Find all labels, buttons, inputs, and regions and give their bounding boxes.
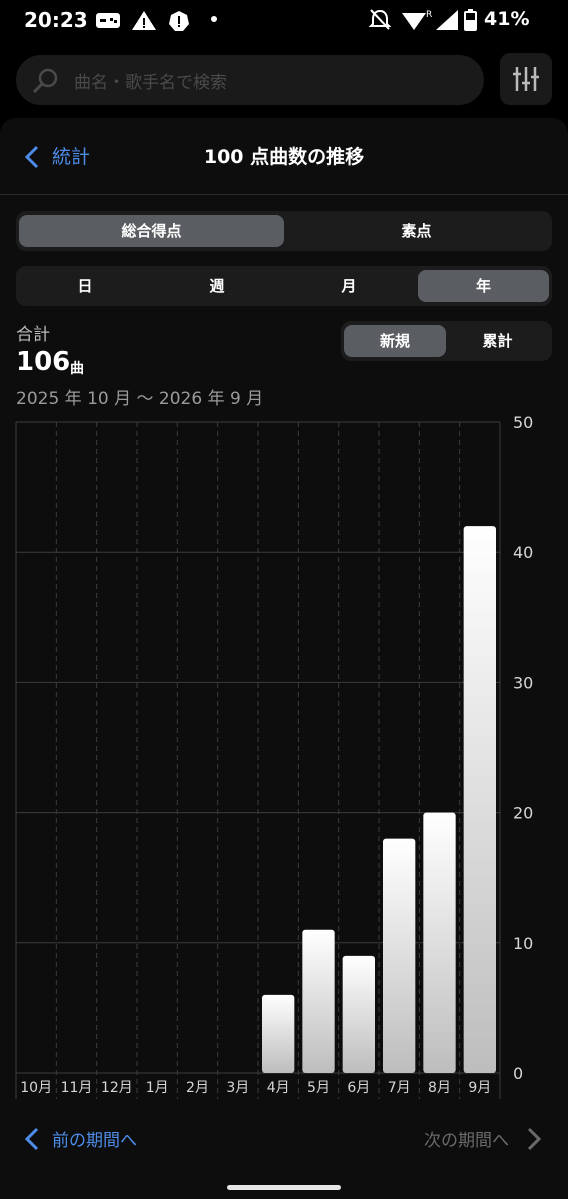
y-tick-label: 0	[513, 1064, 523, 1083]
wifi-icon	[402, 13, 426, 30]
bar	[342, 955, 375, 1073]
tab-week[interactable]: 週	[151, 270, 283, 302]
search-icon	[32, 68, 58, 94]
status-bar: 20:23 R 41%	[0, 0, 568, 40]
x-tick-label: 6月	[347, 1080, 370, 1096]
total-label: 合計	[16, 325, 50, 345]
y-tick-label: 40	[513, 543, 533, 562]
more-dot-icon	[211, 16, 217, 22]
status-time: 20:23	[24, 8, 88, 32]
x-tick-label: 1月	[146, 1080, 169, 1096]
prev-period-label: 前の期間へ	[52, 1131, 137, 1151]
tab-cumulative[interactable]: 累計	[446, 325, 549, 357]
tab-day[interactable]: 日	[19, 270, 151, 302]
x-tick-label: 4月	[267, 1080, 290, 1096]
period-toggle: 日 週 月 年	[16, 266, 552, 306]
total-unit: 曲	[70, 361, 84, 377]
y-tick-label: 50	[513, 413, 533, 432]
page-title: 100 点曲数の推移	[203, 146, 365, 168]
svg-text:R: R	[426, 10, 432, 20]
system-icons: R	[368, 9, 477, 31]
home-indicator	[227, 1185, 341, 1190]
tab-new[interactable]: 新規	[344, 325, 446, 357]
bar	[423, 812, 456, 1073]
mode-toggle: 新規 累計	[341, 321, 552, 361]
bar-chart: 0 10 20 30 40 50 10月 11月 12月 1月 2月 3月 4月 5月 6月 7月 8月 9月	[15, 413, 533, 1099]
tab-raw-score[interactable]: 素点	[284, 215, 549, 247]
notification-icons	[96, 11, 217, 31]
bar	[463, 526, 496, 1073]
x-tick-label: 9月	[468, 1080, 491, 1096]
score-type-toggle: 総合得点 素点	[16, 211, 552, 251]
battery-percent: 41%	[484, 8, 530, 30]
total-count: 106	[16, 347, 71, 377]
header-divider	[0, 194, 568, 195]
x-tick-label: 3月	[226, 1080, 249, 1096]
tab-total-score[interactable]: 総合得点	[19, 215, 284, 247]
next-period-label: 次の期間へ	[424, 1131, 509, 1151]
chevron-left-icon	[24, 1127, 39, 1151]
sliders-icon	[513, 67, 539, 91]
chevron-right-icon	[527, 1127, 542, 1151]
bar	[262, 994, 295, 1073]
y-tick-label: 10	[513, 934, 533, 953]
filter-button[interactable]	[500, 53, 552, 105]
signal-icon	[436, 10, 458, 30]
search-placeholder: 曲名・歌手名で検索	[74, 73, 227, 93]
x-tick-label: 11月	[61, 1080, 93, 1096]
x-tick-label: 2月	[186, 1080, 209, 1096]
y-tick-label: 20	[513, 804, 533, 823]
x-tick-label: 5月	[307, 1080, 330, 1096]
x-tick-label: 7月	[388, 1080, 411, 1096]
tab-month[interactable]: 月	[283, 270, 415, 302]
search-input[interactable]: 曲名・歌手名で検索	[16, 55, 484, 105]
bar	[383, 838, 416, 1073]
y-tick-label: 30	[513, 673, 533, 692]
bar	[302, 929, 335, 1073]
x-tick-label: 12月	[101, 1080, 133, 1096]
x-tick-label: 8月	[428, 1080, 451, 1096]
tab-year[interactable]: 年	[418, 270, 549, 302]
x-tick-label: 10月	[20, 1080, 52, 1096]
